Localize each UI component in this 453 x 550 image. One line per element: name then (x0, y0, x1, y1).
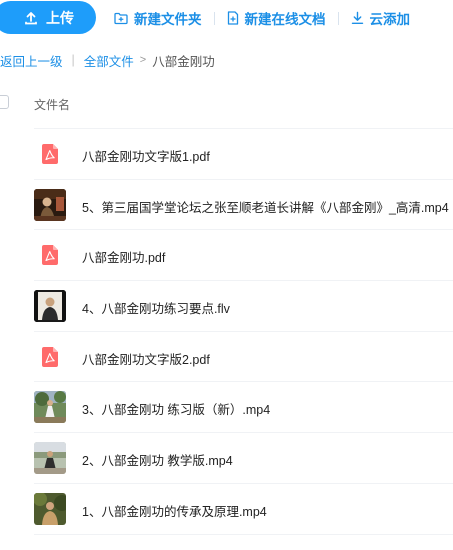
breadcrumb-chevron: > (139, 54, 147, 66)
upload-label: 上传 (46, 9, 74, 26)
file-name[interactable]: 八部金刚功文字版2.pdf (82, 349, 210, 368)
file-row[interactable]: 八部金刚功.pdf (34, 230, 453, 282)
breadcrumb-divider: | (71, 53, 75, 67)
pdf-icon (34, 239, 66, 271)
breadcrumb: 返回上一级 | 全部文件 > 八部金刚功 (0, 51, 215, 69)
all-files-link[interactable]: 全部文件 (84, 51, 134, 70)
file-name[interactable]: 4、八部金刚功练习要点.flv (82, 298, 230, 317)
file-name[interactable]: 八部金刚功.pdf (82, 247, 165, 266)
file-row[interactable]: 4、八部金刚功练习要点.flv (34, 281, 453, 332)
column-header-name[interactable]: 文件名 (34, 96, 70, 113)
select-all-checkbox[interactable] (0, 95, 9, 109)
video-thumbnail (34, 188, 66, 221)
new-online-doc-button[interactable]: 新建在线文档 (227, 8, 326, 28)
video-thumbnail (34, 290, 66, 323)
video-thumbnail (34, 492, 66, 525)
cloud-add-button[interactable]: 云添加 (351, 8, 411, 28)
file-list-header: 文件名 (0, 88, 453, 119)
upload-icon (24, 11, 38, 25)
back-link[interactable]: 返回上一级 (0, 51, 63, 70)
file-row[interactable]: 八部金刚功文字版1.pdf (34, 129, 453, 180)
file-name[interactable]: 3、八部金刚功 练习版（新）.mp4 (82, 399, 270, 418)
pdf-icon (34, 138, 66, 170)
video-thumbnail (34, 391, 66, 424)
toolbar-divider (213, 11, 215, 25)
pdf-icon (34, 341, 66, 373)
new-folder-button[interactable]: 新建文件夹 (114, 8, 202, 28)
file-list: 八部金刚功文字版1.pdf 5、第三届国学堂论坛之张至顺老道长讲解《八部金刚》_… (0, 129, 453, 535)
file-row[interactable]: 八部金刚功文字版2.pdf (34, 332, 453, 383)
cloud-add-label: 云添加 (369, 12, 411, 27)
download-icon (351, 11, 364, 25)
toolbar-actions: 新建文件夹 新建在线文档 云添加 (114, 0, 410, 36)
file-row[interactable]: 3、八部金刚功 练习版（新）.mp4 (34, 382, 453, 434)
file-name[interactable]: 5、第三届国学堂论坛之张至顺老道长讲解《八部金刚》_高清.mp4 (82, 197, 449, 216)
file-row[interactable]: 2、八部金刚功 教学版.mp4 (34, 433, 453, 484)
file-name[interactable]: 八部金刚功文字版1.pdf (82, 146, 210, 165)
new-folder-label: 新建文件夹 (134, 12, 202, 27)
new-folder-icon (114, 12, 128, 25)
file-row[interactable]: 5、第三届国学堂论坛之张至顺老道长讲解《八部金刚》_高清.mp4 (34, 180, 453, 231)
current-folder: 八部金刚功 (152, 54, 215, 69)
video-thumbnail (34, 442, 66, 475)
toolbar: 上传 新建文件夹 新建在线文档 云添加 (0, 0, 453, 36)
new-online-doc-label: 新建在线文档 (244, 12, 326, 27)
file-name[interactable]: 2、八部金刚功 教学版.mp4 (82, 450, 233, 469)
new-document-icon (227, 11, 239, 25)
file-row[interactable]: 1、八部金刚功的传承及原理.mp4 (34, 484, 453, 535)
file-name[interactable]: 1、八部金刚功的传承及原理.mp4 (82, 501, 267, 520)
upload-button[interactable]: 上传 (0, 1, 96, 34)
toolbar-divider (337, 11, 339, 25)
